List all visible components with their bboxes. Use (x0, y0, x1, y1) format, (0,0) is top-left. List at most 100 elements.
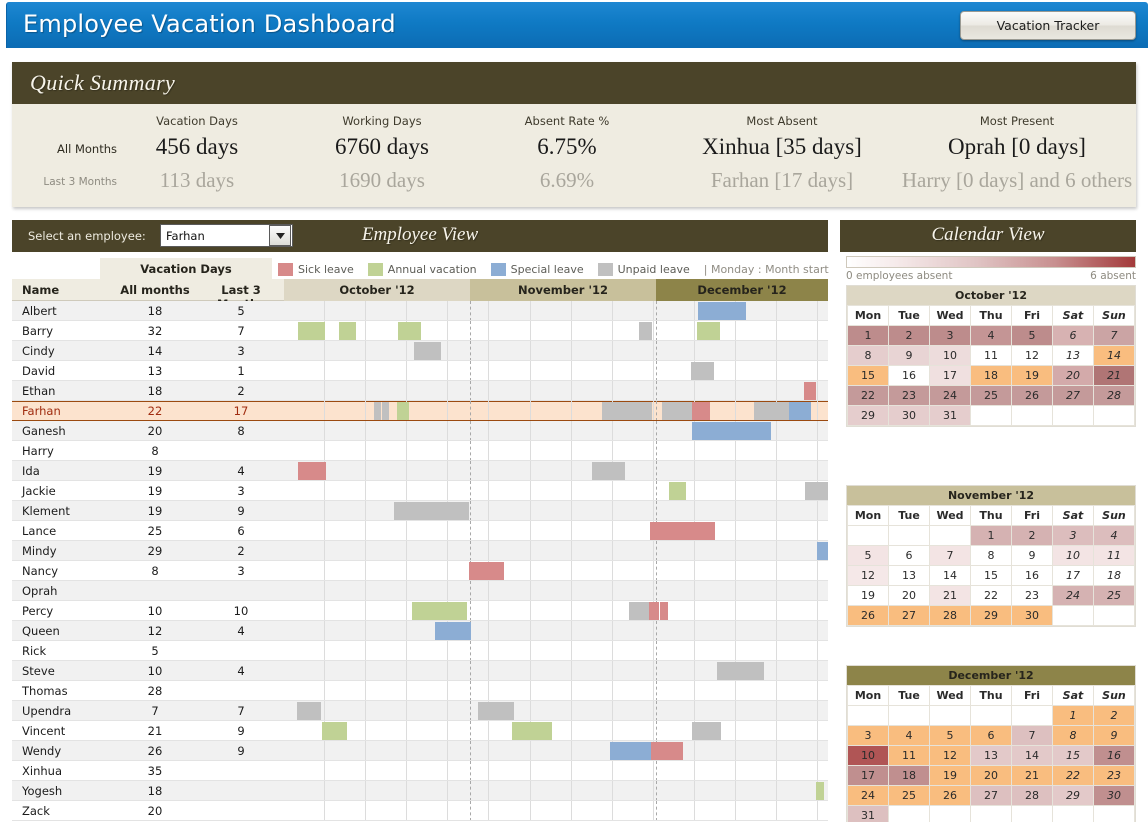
calendar-day-cell[interactable]: 21 (1012, 766, 1053, 786)
calendar-day-cell[interactable]: 4 (889, 726, 930, 746)
calendar-day-cell[interactable]: 31 (930, 406, 971, 426)
table-row[interactable]: Harry8 (12, 441, 828, 461)
table-row[interactable]: Oprah (12, 581, 828, 601)
calendar-day-cell[interactable]: 16 (889, 366, 930, 386)
calendar-day-cell[interactable]: 19 (930, 766, 971, 786)
table-row[interactable]: Queen124 (12, 621, 828, 641)
calendar-day-cell[interactable]: 14 (1093, 346, 1134, 366)
vacation-tracker-button[interactable]: Vacation Tracker (960, 11, 1136, 40)
calendar-day-cell[interactable]: 2 (889, 326, 930, 346)
calendar-day-cell[interactable]: 26 (930, 786, 971, 806)
calendar-day-cell[interactable]: 19 (848, 586, 889, 606)
calendar-day-cell[interactable]: 6 (889, 546, 930, 566)
calendar-day-cell[interactable]: 8 (971, 546, 1012, 566)
calendar-day-cell[interactable]: 20 (1052, 366, 1093, 386)
calendar-day-cell[interactable]: 22 (971, 586, 1012, 606)
table-row[interactable]: Ethan182 (12, 381, 828, 401)
calendar-day-cell[interactable]: 25 (1093, 586, 1134, 606)
calendar-day-cell[interactable]: 12 (930, 746, 971, 766)
calendar-day-cell[interactable]: 11 (889, 746, 930, 766)
calendar-day-cell[interactable]: 28 (930, 606, 971, 626)
table-row[interactable]: Nancy83 (12, 561, 828, 581)
calendar-day-cell[interactable]: 1 (971, 526, 1012, 546)
calendar-day-cell[interactable]: 14 (1012, 746, 1053, 766)
table-row[interactable]: Steve104 (12, 661, 828, 681)
calendar-day-cell[interactable]: 9 (889, 346, 930, 366)
calendar-day-cell[interactable]: 21 (1093, 366, 1134, 386)
calendar-day-cell[interactable]: 11 (971, 346, 1012, 366)
calendar-day-cell[interactable]: 17 (930, 366, 971, 386)
table-row[interactable]: Rick5 (12, 641, 828, 661)
calendar-day-cell[interactable]: 8 (1052, 726, 1093, 746)
calendar-day-cell[interactable]: 17 (1052, 566, 1093, 586)
table-row[interactable]: Yogesh18 (12, 781, 828, 801)
calendar-day-cell[interactable]: 18 (971, 366, 1012, 386)
table-row[interactable]: Lance256 (12, 521, 828, 541)
calendar-day-cell[interactable]: 8 (848, 346, 889, 366)
calendar-day-cell[interactable]: 23 (1093, 766, 1134, 786)
table-row[interactable]: Farhan2217 (12, 401, 828, 421)
calendar-day-cell[interactable]: 18 (1093, 566, 1134, 586)
calendar-day-cell[interactable]: 9 (1012, 546, 1053, 566)
calendar-day-cell[interactable]: 12 (1012, 346, 1053, 366)
calendar-day-cell[interactable]: 27 (1052, 386, 1093, 406)
calendar-day-cell[interactable]: 27 (971, 786, 1012, 806)
calendar-day-cell[interactable]: 21 (930, 586, 971, 606)
calendar-day-cell[interactable]: 16 (1093, 746, 1134, 766)
calendar-day-cell[interactable]: 1 (1052, 706, 1093, 726)
calendar-day-cell[interactable]: 29 (971, 606, 1012, 626)
calendar-day-cell[interactable]: 5 (1012, 326, 1053, 346)
calendar-day-cell[interactable]: 14 (930, 566, 971, 586)
calendar-day-cell[interactable]: 25 (889, 786, 930, 806)
table-row[interactable]: Wendy269 (12, 741, 828, 761)
calendar-day-cell[interactable]: 15 (1052, 746, 1093, 766)
table-row[interactable]: Ganesh208 (12, 421, 828, 441)
calendar-day-cell[interactable]: 1 (848, 326, 889, 346)
table-row[interactable]: Jackie193 (12, 481, 828, 501)
calendar-day-cell[interactable]: 30 (1093, 786, 1134, 806)
calendar-day-cell[interactable]: 7 (930, 546, 971, 566)
calendar-day-cell[interactable]: 13 (1052, 346, 1093, 366)
calendar-day-cell[interactable]: 23 (1012, 586, 1053, 606)
calendar-day-cell[interactable]: 11 (1093, 546, 1134, 566)
calendar-day-cell[interactable]: 24 (1052, 586, 1093, 606)
calendar-day-cell[interactable]: 13 (889, 566, 930, 586)
calendar-day-cell[interactable]: 10 (1052, 546, 1093, 566)
calendar-day-cell[interactable]: 27 (889, 606, 930, 626)
table-row[interactable]: Vincent219 (12, 721, 828, 741)
calendar-day-cell[interactable]: 7 (1093, 326, 1134, 346)
calendar-day-cell[interactable]: 22 (1052, 766, 1093, 786)
calendar-day-cell[interactable]: 13 (971, 746, 1012, 766)
calendar-day-cell[interactable]: 20 (971, 766, 1012, 786)
calendar-day-cell[interactable]: 22 (848, 386, 889, 406)
calendar-day-cell[interactable]: 3 (1052, 526, 1093, 546)
calendar-day-cell[interactable]: 24 (930, 386, 971, 406)
calendar-day-cell[interactable]: 12 (848, 566, 889, 586)
table-row[interactable]: Thomas28 (12, 681, 828, 701)
calendar-day-cell[interactable]: 20 (889, 586, 930, 606)
table-row[interactable]: Upendra77 (12, 701, 828, 721)
calendar-day-cell[interactable]: 31 (848, 806, 889, 822)
calendar-day-cell[interactable]: 4 (971, 326, 1012, 346)
table-row[interactable]: Albert185 (12, 301, 828, 321)
table-row[interactable]: Cindy143 (12, 341, 828, 361)
calendar-day-cell[interactable]: 17 (848, 766, 889, 786)
calendar-day-cell[interactable]: 30 (889, 406, 930, 426)
calendar-day-cell[interactable]: 18 (889, 766, 930, 786)
calendar-day-cell[interactable]: 26 (1012, 386, 1053, 406)
calendar-day-cell[interactable]: 29 (1052, 786, 1093, 806)
calendar-day-cell[interactable]: 24 (848, 786, 889, 806)
calendar-day-cell[interactable]: 5 (930, 726, 971, 746)
calendar-day-cell[interactable]: 3 (930, 326, 971, 346)
table-row[interactable]: Ida194 (12, 461, 828, 481)
calendar-day-cell[interactable]: 16 (1012, 566, 1053, 586)
calendar-day-cell[interactable]: 2 (1093, 706, 1134, 726)
calendar-day-cell[interactable]: 25 (971, 386, 1012, 406)
calendar-day-cell[interactable]: 10 (930, 346, 971, 366)
table-row[interactable]: David131 (12, 361, 828, 381)
table-row[interactable]: Mindy292 (12, 541, 828, 561)
calendar-day-cell[interactable]: 6 (971, 726, 1012, 746)
calendar-day-cell[interactable]: 30 (1012, 606, 1053, 626)
table-row[interactable]: Zack20 (12, 801, 828, 821)
table-row[interactable]: Xinhua35 (12, 761, 828, 781)
